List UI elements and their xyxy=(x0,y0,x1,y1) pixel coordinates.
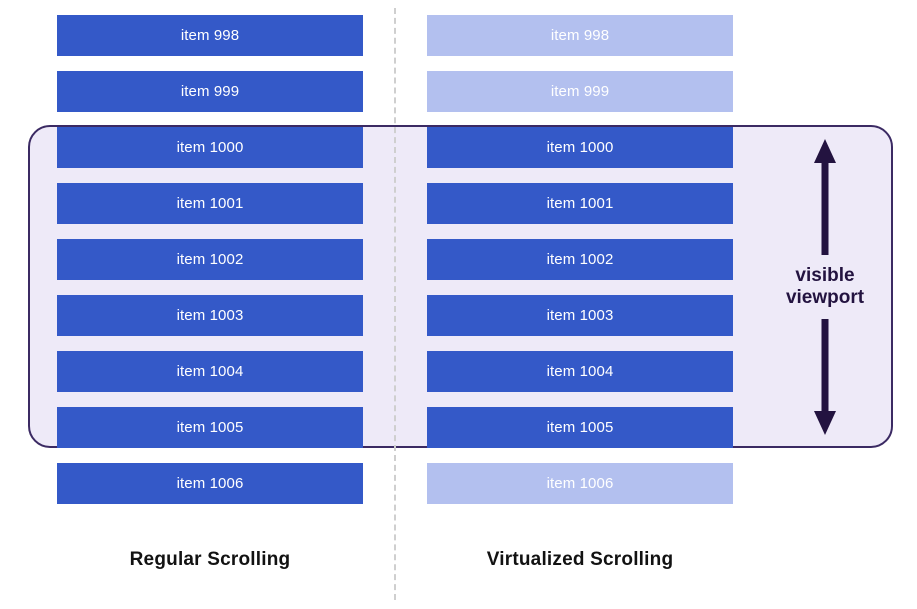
list-item: item 1002 xyxy=(427,239,733,280)
list-item: item 1005 xyxy=(57,407,363,448)
list-item-label: item 1001 xyxy=(176,195,244,212)
list-item-label: item 1006 xyxy=(176,475,244,492)
list-item: item 999 xyxy=(57,71,363,112)
list-item-label: item 998 xyxy=(550,27,610,44)
list-item-label: item 1000 xyxy=(546,139,614,156)
list-item-label: item 1002 xyxy=(176,251,244,268)
list-item: item 1000 xyxy=(57,127,363,168)
list-item-label: item 1003 xyxy=(176,307,244,324)
column-divider xyxy=(394,8,396,600)
list-item-label: item 1002 xyxy=(546,251,614,268)
list-item-label: item 999 xyxy=(180,83,240,100)
list-item: item 1002 xyxy=(57,239,363,280)
list-item-label: item 1001 xyxy=(546,195,614,212)
list-item: item 1000 xyxy=(427,127,733,168)
visible-viewport-label-line2: viewport xyxy=(785,287,865,308)
list-item: item 1004 xyxy=(427,351,733,392)
list-item: item 1001 xyxy=(57,183,363,224)
list-item-label: item 1000 xyxy=(176,139,244,156)
list-item: item 1005 xyxy=(427,407,733,448)
list-item: item 1004 xyxy=(57,351,363,392)
regular-scrolling-caption: Regular Scrolling xyxy=(129,549,291,570)
list-item: item 999 xyxy=(427,71,733,112)
virtualized-scrolling-diagram: item 998 item 999 item 1000 item 1001 item 1… xyxy=(0,0,917,609)
list-item: item 998 xyxy=(427,15,733,56)
list-item-label: item 999 xyxy=(550,83,610,100)
list-item: item 998 xyxy=(57,15,363,56)
list-item-label: item 1003 xyxy=(546,307,614,324)
visible-viewport-label: visible viewport xyxy=(786,265,864,310)
visible-viewport-label-line1: visible xyxy=(795,264,855,286)
list-item-label: item 1006 xyxy=(546,475,614,492)
list-item-label: item 1005 xyxy=(176,419,244,436)
regular-scrolling-item-list: item 998 item 999 item 1000 item 1001 item 1… xyxy=(57,15,363,519)
arrow-down-icon xyxy=(814,319,836,435)
list-item: item 1003 xyxy=(57,295,363,336)
list-item-label: item 1004 xyxy=(176,363,244,380)
list-item: item 1006 xyxy=(57,463,363,504)
list-item: item 1003 xyxy=(427,295,733,336)
list-item-label: item 998 xyxy=(180,27,240,44)
arrow-up-icon xyxy=(814,139,836,255)
visible-viewport-annotation: visible viewport xyxy=(755,137,895,437)
list-item-label: item 1004 xyxy=(546,363,614,380)
list-item: item 1006 xyxy=(427,463,733,504)
list-item-label: item 1005 xyxy=(546,419,614,436)
list-item: item 1001 xyxy=(427,183,733,224)
virtualized-scrolling-caption: Virtualized Scrolling xyxy=(486,549,674,570)
virtualized-scrolling-item-list: item 998 item 999 item 1000 item 1001 item 1… xyxy=(427,15,733,519)
